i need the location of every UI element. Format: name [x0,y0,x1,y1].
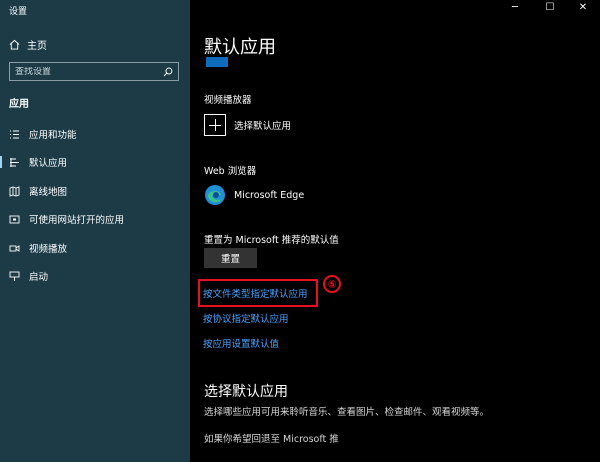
video-playback-icon [9,244,20,252]
section-title: 应用 [9,99,29,110]
main-pane: ─ ☐ ✕ 默认应用 视频播放器 选择默认应用 Web 浏览器 Microsof… [190,0,600,462]
window-title: 设置 [9,7,28,17]
home-icon [9,39,20,50]
highlight-box [198,279,318,307]
close-button[interactable]: ✕ [568,2,598,13]
step-number-badge: ⑤ [323,275,341,293]
sidebar-item-label: 离线地图 [29,187,68,198]
page-title: 默认应用 [204,37,276,58]
video-player-app-label: 选择默认应用 [234,121,292,132]
apps-for-websites-icon [9,215,20,223]
sidebar: 设置 主页 应用 应用和功能 [0,0,190,462]
web-browser-app-label: Microsoft Edge [234,189,305,201]
search-icon[interactable] [163,67,173,77]
sidebar-item-apps-features[interactable]: 应用和功能 [0,124,190,144]
sidebar-item-label: 视频播放 [29,244,68,255]
sidebar-item-default-apps[interactable]: 默认应用 [0,152,190,172]
reset-label: 重置为 Microsoft 推荐的默认值 [204,235,339,246]
sidebar-item-startup[interactable]: 启动 [0,266,190,286]
active-marker [0,156,2,168]
link-by-app[interactable]: 按应用设置默认值 [203,336,279,350]
offline-maps-icon [9,185,20,197]
link-by-protocol[interactable]: 按协议指定默认应用 [203,311,289,325]
minimize-button[interactable]: ─ [500,2,530,13]
plus-icon [204,114,226,136]
sidebar-item-label: 启动 [29,272,49,283]
default-apps-icon [10,157,19,167]
reset-button[interactable]: 重置 [204,248,257,268]
sidebar-item-apps-for-websites[interactable]: 可使用网站打开的应用 [0,209,190,229]
app-icon-partial[interactable] [206,57,228,67]
video-player-choice[interactable]: 选择默认应用 [204,114,291,136]
sidebar-item-label: 应用和功能 [29,130,77,141]
home-label: 主页 [27,41,47,52]
web-browser-choice[interactable]: Microsoft Edge [204,184,304,206]
search-input[interactable] [15,66,164,77]
sidebar-item-label: 可使用网站打开的应用 [29,215,125,226]
startup-icon [9,271,20,281]
choose-section-description: 选择哪些应用可用来聆听音乐、查看图片、检查邮件、观看视频等。 [204,407,490,418]
video-player-label: 视频播放器 [204,95,252,106]
choose-section-title: 选择默认应用 [204,384,288,400]
edge-icon [205,185,225,205]
sidebar-item-offline-maps[interactable]: 离线地图 [0,181,190,201]
sidebar-item-video-playback[interactable]: 视频播放 [0,238,190,258]
choose-section-partial-text: 如果你希望回退至 Microsoft 推 [204,434,339,445]
maximize-button[interactable]: ☐ [535,2,565,13]
search-box[interactable] [9,62,179,81]
sidebar-item-label: 默认应用 [29,158,68,169]
settings-window: 设置 主页 应用 应用和功能 [0,0,600,462]
home-nav[interactable]: 主页 [9,37,47,52]
apps-features-icon [10,130,19,138]
web-browser-label: Web 浏览器 [204,166,257,177]
